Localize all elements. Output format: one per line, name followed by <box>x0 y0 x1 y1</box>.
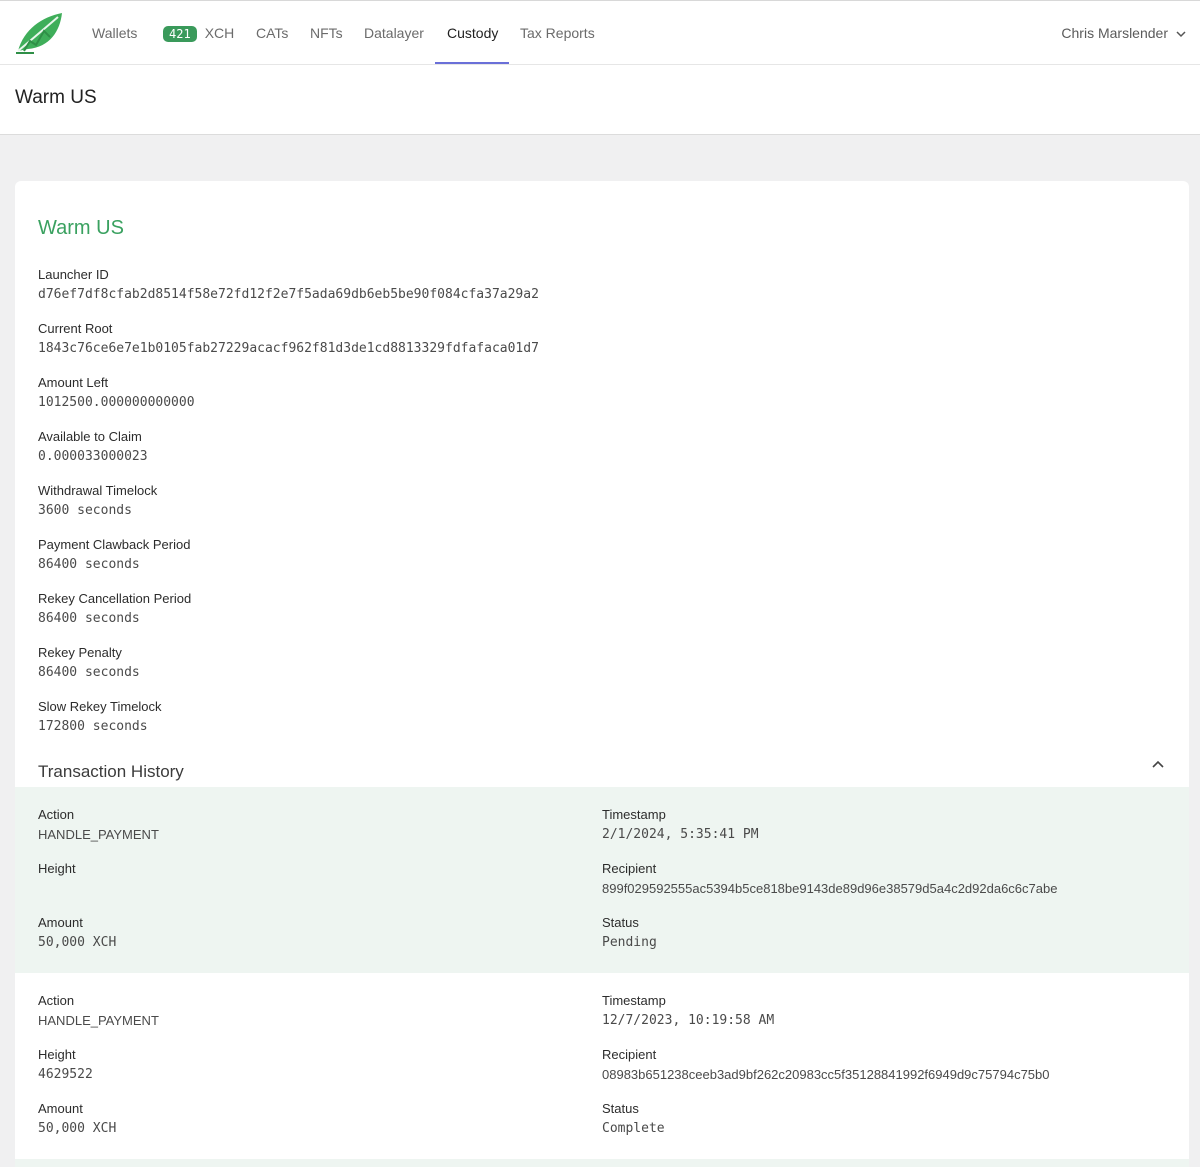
field-launcher-id: Launcher ID d76ef7df8cfab2d8514f58e72fd1… <box>38 265 539 305</box>
transaction-history-title: Transaction History <box>38 762 184 781</box>
field-available-to-claim: Available to Claim 0.000033000023 <box>38 427 148 467</box>
nav-wallets[interactable]: Wallets <box>92 1 137 65</box>
tx-label: Action <box>38 993 75 1008</box>
tx-recipient: Recipient 08983b651238ceeb3ad9bf262c2098… <box>602 1045 1049 1085</box>
tx-timestamp: Timestamp 12/7/2023, 10:19:58 AM <box>602 991 774 1031</box>
field-label: Payment Clawback Period <box>38 537 191 552</box>
tx-label: Status <box>602 1101 639 1116</box>
tx-label: Timestamp <box>602 807 666 822</box>
tx-label: Recipient <box>602 861 657 876</box>
tx-label: Timestamp <box>602 993 666 1008</box>
user-name: Chris Marslender <box>1061 25 1168 41</box>
tx-value: Complete <box>602 1121 665 1136</box>
chevron-down-icon <box>1176 31 1186 38</box>
tx-value: 4629522 <box>38 1067 93 1082</box>
chevron-up-icon[interactable] <box>1148 754 1168 774</box>
field-value: 1012500.000000000000 <box>38 395 195 410</box>
tx-timestamp: Timestamp 2/1/2024, 5:35:41 PM <box>602 805 759 845</box>
transaction-row: Action HANDLE_PAYMENT Height 4629522 Amo… <box>15 973 1189 1159</box>
vault-details-card: Warm US Launcher ID d76ef7df8cfab2d8514f… <box>15 181 1189 1167</box>
field-label: Slow Rekey Timelock <box>38 699 162 714</box>
field-label: Withdrawal Timelock <box>38 483 158 498</box>
transaction-row-partial <box>15 1159 1189 1167</box>
tx-label: Action <box>38 807 75 822</box>
field-value: 86400 seconds <box>38 557 140 572</box>
field-value: 1843c76ce6e7e1b0105fab27229acacf962f81d3… <box>38 341 539 356</box>
tx-amount: Amount 50,000 XCH <box>38 1099 116 1139</box>
page-title: Warm US <box>15 87 97 108</box>
tx-label: Amount <box>38 915 83 930</box>
tx-value: 08983b651238ceeb3ad9bf262c20983cc5f35128… <box>602 1067 1050 1082</box>
user-menu[interactable]: Chris Marslender <box>1061 1 1186 65</box>
field-value: d76ef7df8cfab2d8514f58e72fd12f2e7f5ada69… <box>38 287 539 302</box>
field-withdrawal-timelock: Withdrawal Timelock 3600 seconds <box>38 481 157 521</box>
field-label: Rekey Penalty <box>38 645 122 660</box>
field-value: 172800 seconds <box>38 719 148 734</box>
field-payment-clawback-period: Payment Clawback Period 86400 seconds <box>38 535 190 575</box>
tx-label: Height <box>38 1047 76 1062</box>
nav-tax-reports[interactable]: Tax Reports <box>520 1 595 65</box>
tx-value: 2/1/2024, 5:35:41 PM <box>602 827 759 842</box>
tx-value: HANDLE_PAYMENT <box>38 827 159 842</box>
tx-label: Amount <box>38 1101 83 1116</box>
leaf-logo-icon[interactable] <box>14 11 66 55</box>
field-current-root: Current Root 1843c76ce6e7e1b0105fab27229… <box>38 319 539 359</box>
tx-height: Height 4629522 <box>38 1045 93 1085</box>
field-amount-left: Amount Left 1012500.000000000000 <box>38 373 195 413</box>
tx-label: Status <box>602 915 639 930</box>
tx-label: Height <box>38 861 76 876</box>
field-label: Current Root <box>38 321 113 336</box>
tx-value <box>38 879 76 899</box>
tx-recipient: Recipient 899f029592555ac5394b5ce818be91… <box>602 859 1057 899</box>
tx-status: Status Pending <box>602 913 657 953</box>
tx-amount: Amount 50,000 XCH <box>38 913 116 953</box>
field-value: 3600 seconds <box>38 503 132 518</box>
xch-count-badge: 421 <box>163 26 197 43</box>
field-value: 86400 seconds <box>38 611 140 626</box>
active-tab-indicator <box>435 62 509 64</box>
field-value: 86400 seconds <box>38 665 140 680</box>
vault-title: Warm US <box>38 217 124 239</box>
field-slow-rekey-timelock: Slow Rekey Timelock 172800 seconds <box>38 697 162 737</box>
page-header: Warm US <box>0 65 1200 135</box>
tx-label: Recipient <box>602 1047 657 1062</box>
field-rekey-penalty: Rekey Penalty 86400 seconds <box>38 643 140 683</box>
tx-value: 899f029592555ac5394b5ce818be9143de89d96e… <box>602 881 1058 896</box>
tx-value: Pending <box>602 935 657 950</box>
field-label: Rekey Cancellation Period <box>38 591 192 606</box>
tx-value: 12/7/2023, 10:19:58 AM <box>602 1013 775 1028</box>
field-label: Amount Left <box>38 375 109 390</box>
tx-value: 50,000 XCH <box>38 1121 117 1136</box>
top-navigation: Wallets 421 XCH CATs NFTs Datalayer Custo… <box>0 0 1200 65</box>
nav-custody[interactable]: Custody <box>447 1 498 65</box>
transaction-row: Action HANDLE_PAYMENT Height Amount 50,0… <box>15 787 1189 973</box>
field-rekey-cancellation-period: Rekey Cancellation Period 86400 seconds <box>38 589 191 629</box>
tx-status: Status Complete <box>602 1099 665 1139</box>
nav-xch-label: XCH <box>204 25 235 41</box>
field-value: 0.000033000023 <box>38 449 148 464</box>
tx-value: 50,000 XCH <box>38 935 117 950</box>
field-label: Launcher ID <box>38 267 109 282</box>
tx-action: Action HANDLE_PAYMENT <box>38 991 159 1031</box>
tx-value: HANDLE_PAYMENT <box>38 1013 159 1028</box>
nav-datalayer[interactable]: Datalayer <box>364 1 424 65</box>
tx-height: Height <box>38 859 76 899</box>
nav-nfts[interactable]: NFTs <box>310 1 343 65</box>
field-label: Available to Claim <box>38 429 142 444</box>
nav-xch[interactable]: 421 XCH <box>163 1 234 65</box>
nav-cats[interactable]: CATs <box>256 1 288 65</box>
tx-action: Action HANDLE_PAYMENT <box>38 805 159 845</box>
